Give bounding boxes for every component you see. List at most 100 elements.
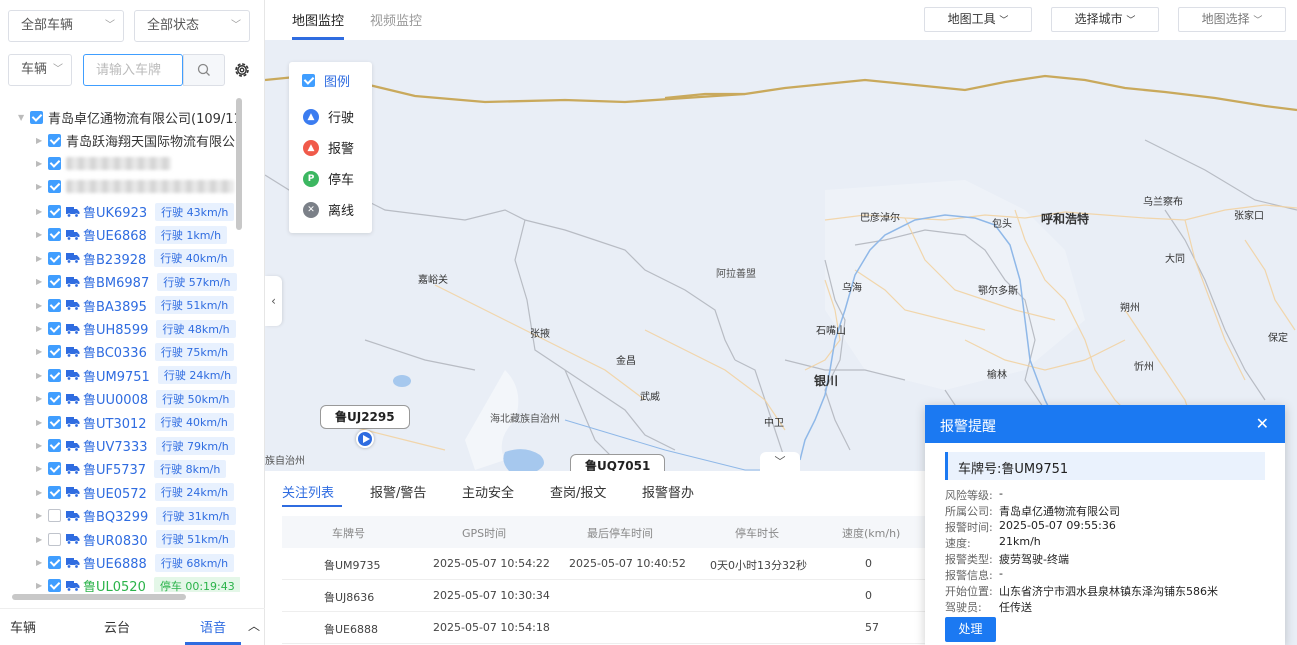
caret-right-icon[interactable]: ▶ (36, 511, 48, 520)
tree-vehicle-item[interactable]: ▶ 鲁UE0572 行驶 24km/h (36, 481, 235, 504)
checkbox[interactable] (48, 485, 61, 499)
checkbox[interactable] (48, 322, 61, 335)
checkbox[interactable] (48, 205, 61, 218)
checkbox[interactable] (48, 579, 61, 592)
tree-blurred-item[interactable]: ▶ (36, 175, 234, 198)
tab-alarm-supervision[interactable]: 报警督办 (642, 482, 694, 501)
handle-alarm-button[interactable]: 处理 (945, 617, 996, 642)
tab-map-monitor[interactable]: 地图监控 (292, 10, 344, 29)
checkbox[interactable] (48, 392, 61, 406)
checkbox[interactable] (48, 228, 61, 242)
caret-right-icon[interactable]: ▶ (36, 182, 48, 191)
tree-vehicle-item[interactable]: ▶ 鲁UH8599 行驶 48km/h (36, 317, 236, 340)
legend-header[interactable]: 图例 (302, 71, 350, 90)
select-city-button[interactable]: 选择城市 ﹀ (1051, 7, 1159, 32)
legend-checkbox[interactable] (302, 74, 315, 87)
tree-vertical-scrollbar[interactable] (236, 98, 242, 230)
tree-vehicle-item[interactable]: ▶ 鲁BA3895 行驶 51km/h (36, 294, 235, 317)
table-row[interactable]: 鲁UJ8636 2025-05-07 10:30:34 0 (282, 580, 925, 612)
vehicle-marker-icon[interactable] (356, 430, 374, 448)
checkbox[interactable] (48, 298, 61, 312)
caret-down-icon[interactable]: ▼ (18, 113, 30, 122)
caret-right-icon[interactable]: ▶ (36, 277, 48, 286)
caret-right-icon[interactable]: ▶ (36, 347, 48, 356)
checkbox[interactable] (48, 157, 61, 170)
tree-vehicle-item[interactable]: ▶ 鲁UE6888 行驶 68km/h (36, 551, 235, 574)
caret-right-icon[interactable]: ▶ (36, 254, 48, 263)
tree-vehicle-item[interactable]: ▶ 鲁UV7333 行驶 79km/h (36, 434, 235, 457)
tree-horizontal-scrollbar[interactable] (12, 594, 186, 600)
caret-right-icon[interactable]: ▶ (36, 371, 48, 380)
caret-right-icon[interactable]: ▶ (36, 136, 48, 145)
caret-right-icon[interactable]: ▶ (36, 464, 48, 473)
chevron-up-icon[interactable]: ︿ (248, 617, 260, 634)
tab-watch-list[interactable]: 关注列表 (282, 482, 334, 501)
tab-inspection-message[interactable]: 查岗/报文 (550, 482, 606, 501)
plate-search-input[interactable] (83, 54, 183, 86)
checkbox[interactable] (48, 251, 61, 265)
status-filter-select[interactable]: 全部状态 ﹀ (134, 10, 250, 42)
checkbox[interactable] (48, 415, 61, 429)
tree-vehicle-item[interactable]: ▶ 鲁UL0520 停车 00:19:43 (36, 574, 240, 592)
search-type-select[interactable]: 车辆 ﹀ (8, 54, 72, 86)
caret-right-icon[interactable]: ▶ (36, 488, 48, 497)
checkbox[interactable] (48, 556, 61, 569)
tree-vehicle-item[interactable]: ▶ 鲁UT3012 行驶 40km/h (36, 411, 234, 434)
tree-vehicle-item[interactable]: ▶ 鲁UE6868 行驶 1km/h (36, 223, 228, 246)
tab-active-safety[interactable]: 主动安全 (462, 482, 514, 501)
caret-right-icon[interactable]: ▶ (36, 324, 48, 333)
checkbox[interactable] (48, 532, 61, 546)
caret-right-icon[interactable]: ▶ (36, 581, 48, 590)
search-button[interactable] (183, 54, 225, 86)
vehicle-map-label[interactable]: 鲁UJ2295 (320, 405, 410, 429)
checkbox[interactable] (48, 345, 61, 359)
tree-root-org[interactable]: ▼ 青岛卓亿通物流有限公司(109/11 (18, 106, 240, 129)
tree-vehicle-item[interactable]: ▶ 鲁UK6923 行驶 43km/h (36, 200, 235, 223)
checkbox[interactable] (48, 462, 61, 476)
tree-vehicle-item[interactable]: ▶ 鲁UR0830 行驶 51km/h (36, 528, 235, 551)
caret-right-icon[interactable]: ▶ (36, 558, 48, 567)
checkbox[interactable] (48, 509, 61, 523)
map-select-button[interactable]: 地图选择 ﹀ (1178, 7, 1286, 32)
tree-vehicle-item[interactable]: ▶ 鲁BM6987 行驶 57km/h (36, 270, 237, 293)
checkbox[interactable] (48, 439, 61, 452)
checkbox[interactable] (30, 111, 43, 124)
tree-vehicle-item[interactable]: ▶ 鲁UU0008 行驶 50km/h (36, 387, 236, 410)
table-row[interactable]: 鲁UE6888 2025-05-07 10:54:18 57 (282, 612, 925, 644)
caret-right-icon[interactable]: ▶ (36, 418, 48, 427)
checkbox[interactable] (48, 368, 61, 382)
tree-vehicle-item[interactable]: ▶ 鲁UM9751 行驶 24km/h (36, 364, 238, 387)
checkbox[interactable] (48, 134, 61, 147)
tree-vehicle-item[interactable]: ▶ 鲁UF5737 行驶 8km/h (36, 457, 227, 480)
collapse-panel-button[interactable]: ‹ (265, 276, 282, 326)
tree-vehicle-item[interactable]: ▶ 鲁BC0336 行驶 75km/h (36, 340, 235, 363)
tree-vehicle-item[interactable]: ▶ 鲁B23928 行驶 40km/h (36, 247, 234, 270)
caret-right-icon[interactable]: ▶ (36, 230, 48, 239)
caret-right-icon[interactable]: ▶ (36, 301, 48, 310)
caret-right-icon[interactable]: ▶ (36, 207, 48, 216)
table-row[interactable]: 鲁UM9735 2025-05-07 10:54:22 2025-05-07 1… (282, 548, 925, 580)
map-city-label: 保定 (1268, 333, 1288, 344)
chevron-down-icon[interactable]: ﹀ (760, 452, 800, 472)
tab-video-monitor[interactable]: 视频监控 (370, 10, 422, 29)
close-icon[interactable]: ✕ (1256, 414, 1269, 433)
caret-right-icon[interactable]: ▶ (36, 394, 48, 403)
chevron-left-icon: ‹ (271, 294, 276, 308)
checkbox[interactable] (48, 180, 61, 193)
map-tools-button[interactable]: 地图工具 ﹀ (924, 7, 1032, 32)
map-city-label: 鄂尔多斯 (978, 286, 1018, 297)
gear-icon[interactable] (232, 60, 252, 80)
vehicle-filter-select[interactable]: 全部车辆 ﹀ (8, 10, 124, 42)
tree-vehicle-item[interactable]: ▶ 鲁BQ3299 行驶 31km/h (36, 504, 236, 527)
tree-child-org[interactable]: ▶ 青岛跃海翔天国际物流有限公 (36, 129, 235, 152)
tab-vehicle[interactable]: 车辆 (10, 617, 36, 636)
caret-right-icon[interactable]: ▶ (36, 441, 48, 450)
caret-right-icon[interactable]: ▶ (36, 535, 48, 544)
tab-alarm-warning[interactable]: 报警/警告 (370, 482, 426, 501)
tab-voice[interactable]: 语音 (200, 617, 226, 636)
tree-blurred-item[interactable]: ▶ (36, 152, 171, 175)
cell-last-stop: 2025-05-07 10:40:52 (569, 557, 686, 570)
checkbox[interactable] (48, 275, 61, 289)
caret-right-icon[interactable]: ▶ (36, 159, 48, 168)
tab-ptz[interactable]: 云台 (104, 617, 130, 636)
